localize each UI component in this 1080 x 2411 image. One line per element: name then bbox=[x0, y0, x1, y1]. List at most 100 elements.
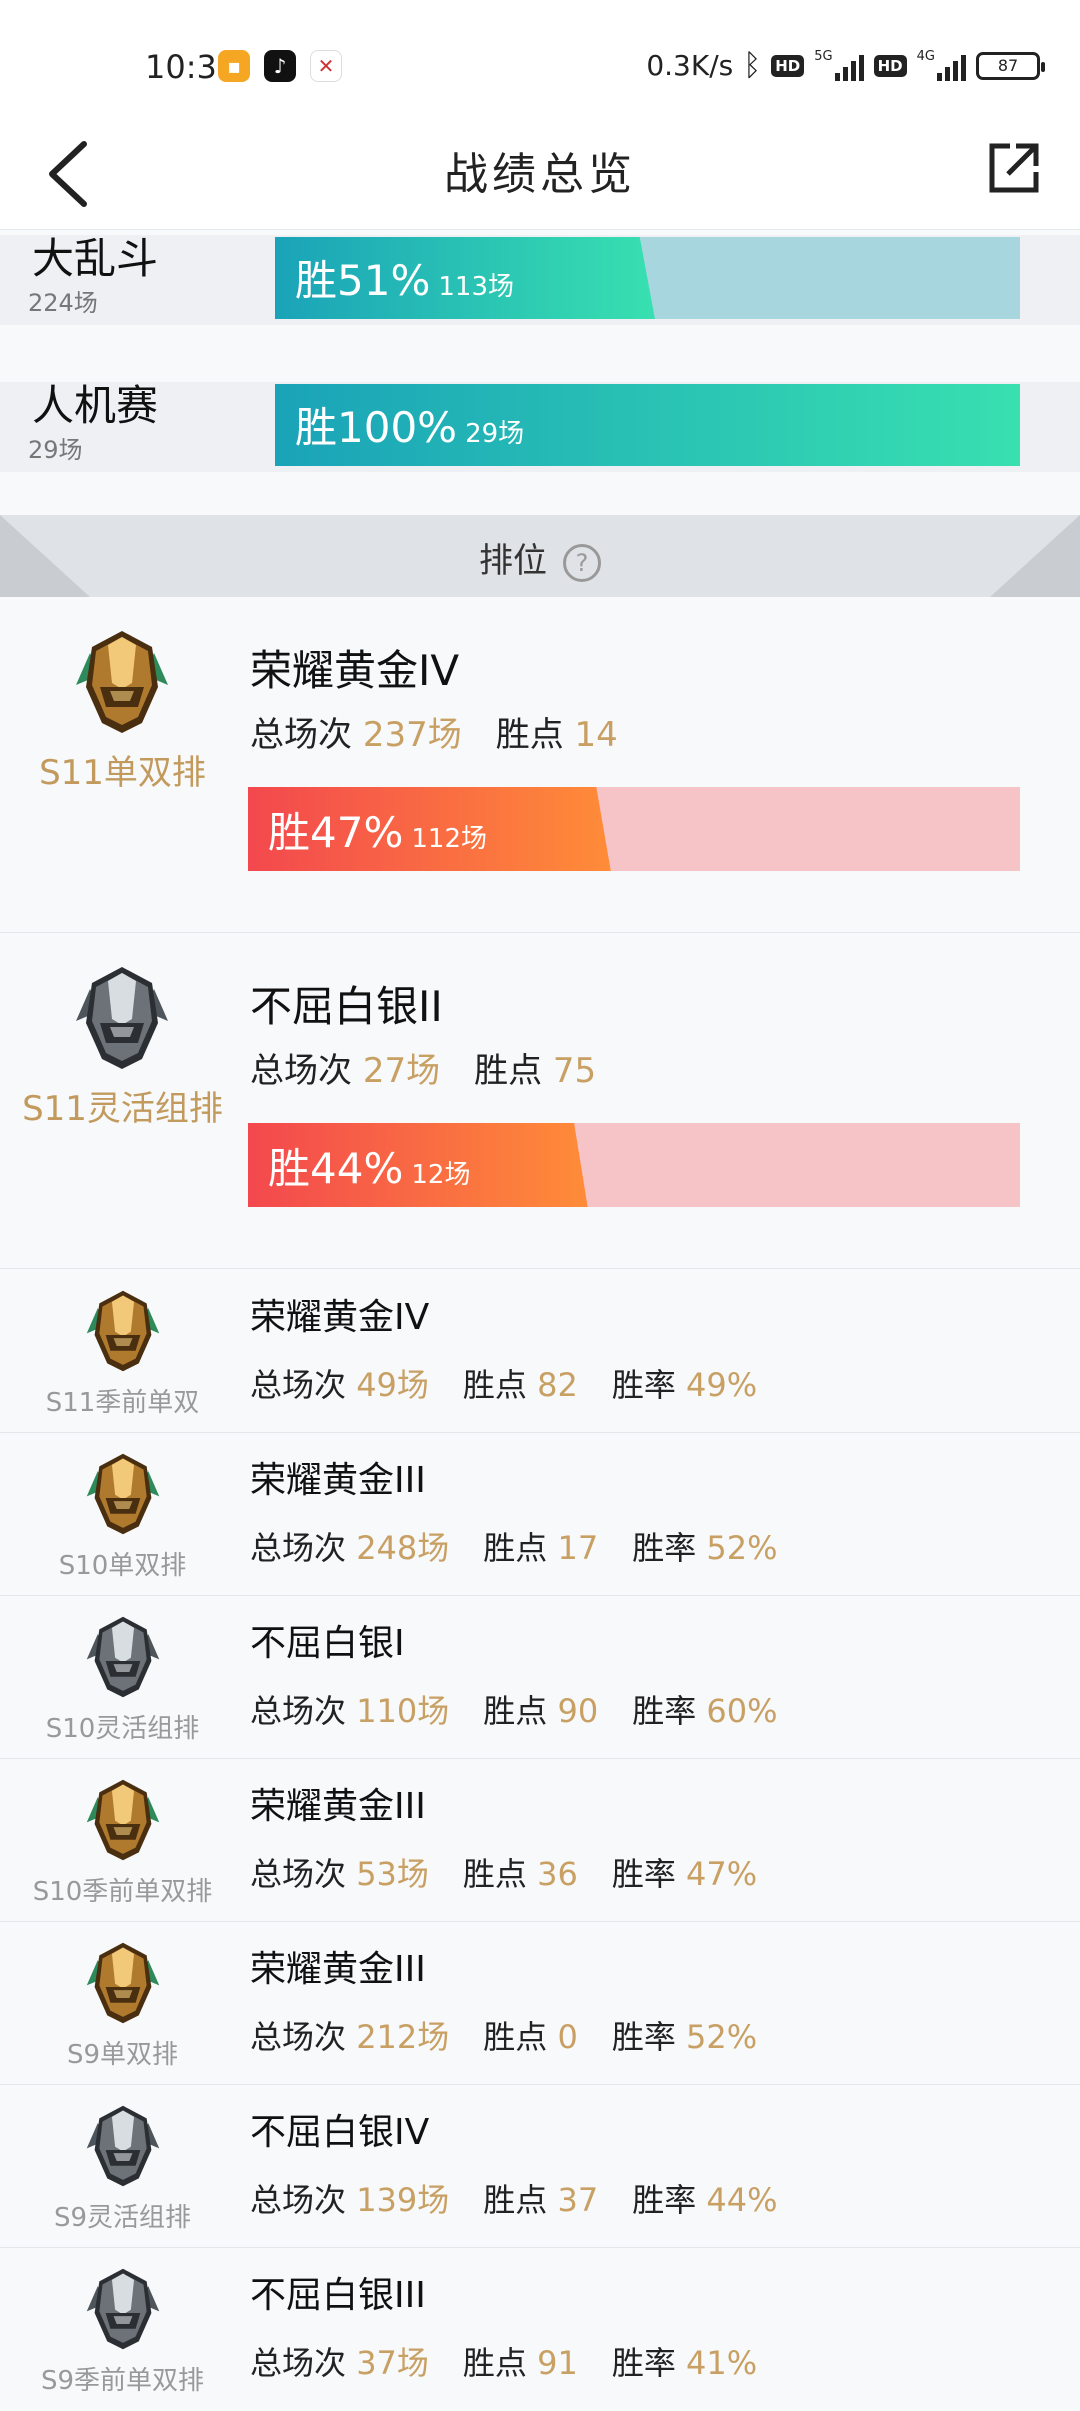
mode-count: 224场 bbox=[28, 289, 98, 317]
points-label: 胜点 bbox=[495, 715, 564, 755]
bluetooth-icon: ᛒ bbox=[743, 48, 762, 83]
mode-name: 大乱斗 bbox=[32, 234, 159, 283]
mode-row-aram[interactable]: 大乱斗 224场 胜51% 113场 bbox=[0, 234, 1080, 325]
page-title: 战绩总览 bbox=[444, 149, 636, 200]
rate-value: 44% bbox=[706, 2181, 778, 2219]
points-label: 胜点 bbox=[483, 2018, 548, 2056]
rate-label: 胜率 bbox=[611, 1366, 676, 1404]
points-label: 胜点 bbox=[462, 2344, 527, 2382]
nav-bar: 战绩总览 bbox=[0, 110, 1080, 230]
help-icon[interactable]: ? bbox=[563, 543, 601, 582]
rate-value: 49% bbox=[686, 1366, 758, 1404]
total-label: 总场次 bbox=[250, 1051, 352, 1091]
total-label: 总场次 bbox=[250, 2181, 347, 2219]
silver-rank-emblem-icon bbox=[70, 963, 174, 1077]
rank-row[interactable]: S9季前单双排 不屈白银III 总场次 37场 胜点 91 胜率 41% bbox=[0, 2248, 1080, 2411]
total-value: 237场 bbox=[362, 715, 462, 755]
silver-rank-emblem-icon bbox=[82, 2101, 164, 2195]
rank-stats: 总场次 49场 胜点 82 胜率 49% bbox=[250, 1360, 757, 1406]
season-label: S9单双排 bbox=[66, 2040, 179, 2070]
win-rate-bar: 胜44% 12场 bbox=[248, 1123, 1020, 1207]
points-value: 37 bbox=[557, 2181, 599, 2219]
season-label: S9季前单双排 bbox=[40, 2366, 205, 2396]
rank-stats: 总场次 27场 胜点 75 bbox=[250, 1043, 596, 1092]
rank-stats: 总场次 53场 胜点 36 胜率 47% bbox=[250, 1849, 757, 1895]
win-games: 29场 bbox=[465, 419, 525, 449]
tier-name: 不屈白银III bbox=[250, 2275, 426, 2316]
rank-row[interactable]: S10季前单双排 荣耀黄金III 总场次 53场 胜点 36 胜率 47% bbox=[0, 1759, 1080, 1922]
total-label: 总场次 bbox=[250, 2018, 347, 2056]
gold-rank-emblem-icon bbox=[82, 1286, 164, 1380]
win-rate-bar: 胜51% 113场 bbox=[275, 237, 1020, 319]
season-label: S10单双排 bbox=[58, 1551, 187, 1581]
tiktok-app-icon: ♪ bbox=[264, 50, 296, 82]
tier-name: 荣耀黄金III bbox=[250, 1460, 426, 1501]
season-label: S11季前单双 bbox=[45, 1388, 200, 1418]
win-percent: 胜100% bbox=[295, 403, 458, 452]
total-value: 139场 bbox=[356, 2181, 450, 2219]
silver-rank-emblem-icon bbox=[82, 1612, 164, 1706]
rate-value: 60% bbox=[706, 1692, 778, 1730]
rate-value: 52% bbox=[706, 1529, 778, 1567]
gold-rank-emblem-icon bbox=[82, 1775, 164, 1869]
sig1-label: 5G bbox=[814, 49, 833, 64]
rank-row[interactable]: S10单双排 荣耀黄金III 总场次 248场 胜点 17 胜率 52% bbox=[0, 1433, 1080, 1596]
notification-icons: ▪ ♪ ✕ bbox=[218, 50, 342, 82]
rate-value: 52% bbox=[686, 2018, 758, 2056]
total-value: 248场 bbox=[356, 1529, 450, 1567]
signal-icon-4g bbox=[937, 51, 966, 81]
rank-row[interactable]: S9灵活组排 不屈白银IV 总场次 139场 胜点 37 胜率 44% bbox=[0, 2085, 1080, 2248]
win-rate-bar: 胜100% 29场 bbox=[275, 384, 1020, 466]
points-label: 胜点 bbox=[483, 2181, 548, 2219]
points-value: 90 bbox=[557, 1692, 599, 1730]
gold-rank-emblem-icon bbox=[82, 1938, 164, 2032]
tier-name: 不屈白银IV bbox=[250, 2112, 430, 2153]
win-percent: 胜51% bbox=[295, 256, 431, 305]
win-games: 112场 bbox=[411, 824, 487, 854]
rank-card-s11-solo[interactable]: S11单双排 荣耀黄金IV 总场次 237场 胜点 14 胜47% 112场 bbox=[0, 597, 1080, 933]
total-label: 总场次 bbox=[250, 2344, 347, 2382]
tier-name: 荣耀黄金IV bbox=[250, 1297, 430, 1338]
points-value: 75 bbox=[552, 1051, 597, 1091]
total-value: 110场 bbox=[356, 1692, 450, 1730]
total-value: 49场 bbox=[356, 1366, 429, 1404]
signal-icon-5g bbox=[834, 51, 864, 81]
rank-stats: 总场次 37场 胜点 91 胜率 41% bbox=[250, 2338, 757, 2384]
rate-label: 胜率 bbox=[611, 1855, 676, 1893]
rate-label: 胜率 bbox=[611, 2344, 676, 2382]
points-label: 胜点 bbox=[483, 1692, 548, 1730]
points-label: 胜点 bbox=[483, 1529, 548, 1567]
hd-badge-1: HD bbox=[771, 54, 805, 77]
rank-card-s11-flex[interactable]: S11灵活组排 不屈白银II 总场次 27场 胜点 75 胜44% 12场 bbox=[0, 933, 1080, 1269]
rate-label: 胜率 bbox=[632, 1529, 697, 1567]
points-value: 0 bbox=[557, 2018, 578, 2056]
season-label: S10季前单双排 bbox=[32, 1877, 213, 1907]
message-app-icon: ▪ bbox=[218, 50, 250, 82]
win-percent: 胜44% bbox=[268, 1144, 404, 1193]
rank-row[interactable]: S10灵活组排 不屈白银I 总场次 110场 胜点 90 胜率 60% bbox=[0, 1596, 1080, 1759]
rank-stats: 总场次 110场 胜点 90 胜率 60% bbox=[250, 1686, 778, 1732]
season-label: S11单双排 bbox=[39, 753, 206, 793]
rank-stats: 总场次 212场 胜点 0 胜率 52% bbox=[250, 2012, 757, 2058]
mode-count: 29场 bbox=[28, 436, 83, 464]
total-value: 27场 bbox=[362, 1051, 441, 1091]
share-icon[interactable] bbox=[986, 140, 1042, 196]
win-games: 113场 bbox=[438, 272, 514, 302]
points-label: 胜点 bbox=[462, 1366, 527, 1404]
mode-row-coop[interactable]: 人机赛 29场 胜100% 29场 bbox=[0, 381, 1080, 472]
rank-row[interactable]: S9单双排 荣耀黄金III 总场次 212场 胜点 0 胜率 52% bbox=[0, 1922, 1080, 2085]
win-rate-text: 胜100% 29场 bbox=[295, 394, 524, 455]
total-label: 总场次 bbox=[250, 1855, 347, 1893]
tier-name: 荣耀黄金III bbox=[250, 1786, 426, 1827]
rate-label: 胜率 bbox=[632, 2181, 697, 2219]
gold-rank-emblem-icon bbox=[82, 1449, 164, 1543]
total-label: 总场次 bbox=[250, 715, 352, 755]
rank-row[interactable]: S11季前单双 荣耀黄金IV 总场次 49场 胜点 82 胜率 49% bbox=[0, 1270, 1080, 1433]
silver-rank-emblem-icon bbox=[82, 2264, 164, 2358]
points-value: 91 bbox=[537, 2344, 578, 2382]
tier-name: 不屈白银I bbox=[250, 1623, 405, 1664]
rank-stats: 总场次 237场 胜点 14 bbox=[250, 707, 618, 756]
tier-name: 荣耀黄金III bbox=[250, 1949, 426, 1990]
battery-level: 87 bbox=[997, 56, 1019, 75]
rate-value: 47% bbox=[686, 1855, 758, 1893]
